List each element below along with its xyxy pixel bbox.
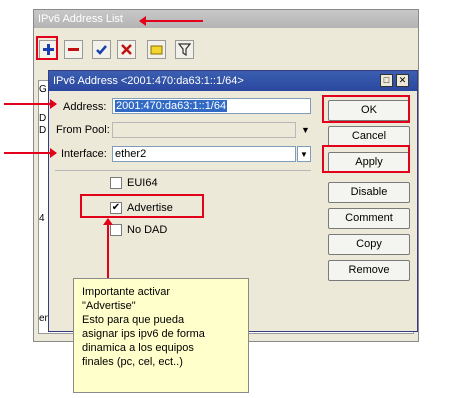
list-fragment: D bbox=[39, 125, 47, 136]
dropdown-icon: ▼ bbox=[300, 150, 308, 159]
comment-icon bbox=[150, 45, 163, 55]
cancel-button[interactable]: Cancel bbox=[328, 126, 410, 147]
filter-icon bbox=[178, 43, 191, 56]
close-button[interactable]: ✕ bbox=[396, 74, 409, 87]
note-line: "Advertise" bbox=[82, 300, 136, 312]
comment-button[interactable] bbox=[147, 40, 166, 59]
remove-button[interactable] bbox=[64, 40, 83, 59]
dialog-title: IPv6 Address <2001:470:da63:1::1/64> bbox=[53, 75, 244, 87]
annotation-box-apply bbox=[322, 145, 410, 173]
note-line: finales (pc, cel, ect..) bbox=[82, 356, 183, 368]
filter-button[interactable] bbox=[175, 40, 194, 59]
list-window-title: IPv6 Address List bbox=[34, 10, 418, 28]
interface-label: Interface: bbox=[61, 148, 107, 160]
address-value: 2001:470:da63:1::1/64 bbox=[115, 100, 228, 112]
close-icon: ✕ bbox=[398, 75, 407, 85]
note-line: Importante activar bbox=[82, 286, 171, 298]
from-pool-field[interactable] bbox=[112, 122, 296, 138]
nodad-label: No DAD bbox=[127, 224, 168, 236]
maximize-icon: □ bbox=[383, 75, 390, 85]
note-line: dinamica a los equipos bbox=[82, 342, 194, 354]
dialog-titlebar[interactable]: IPv6 Address <2001:470:da63:1::1/64> □ ✕ bbox=[49, 71, 417, 91]
arrow-note-advertise bbox=[103, 218, 113, 279]
interface-dropdown-button[interactable]: ▼ bbox=[297, 146, 311, 162]
annotation-box-advertise bbox=[80, 194, 204, 218]
remove-button[interactable]: Remove bbox=[328, 260, 410, 281]
enable-button[interactable] bbox=[92, 40, 111, 59]
disable-button[interactable]: Disable bbox=[328, 182, 410, 203]
explanation-note: Importante activar "Advertise" Esto para… bbox=[73, 278, 249, 393]
eui64-checkbox[interactable] bbox=[110, 177, 122, 189]
note-line: Esto para que pueda bbox=[82, 314, 185, 326]
arrow-title bbox=[139, 16, 203, 26]
remove-icon bbox=[68, 48, 79, 51]
address-field[interactable]: 2001:470:da63:1::1/64 bbox=[112, 98, 311, 114]
check-icon bbox=[96, 45, 107, 55]
maximize-button[interactable]: □ bbox=[380, 74, 393, 87]
address-label: Address: bbox=[63, 101, 107, 113]
eui64-label: EUI64 bbox=[127, 177, 158, 189]
arrow-address bbox=[4, 99, 57, 109]
chevron-down-icon[interactable]: ▼ bbox=[301, 125, 310, 135]
note-line: asignar ips ipv6 de forma bbox=[82, 328, 205, 340]
list-toolbar bbox=[34, 32, 418, 62]
copy-button[interactable]: Copy bbox=[328, 234, 410, 255]
arrow-interface bbox=[4, 148, 57, 158]
list-fragment: 4 bbox=[39, 213, 45, 224]
list-fragment: D bbox=[39, 113, 47, 124]
annotation-box-add bbox=[36, 36, 58, 60]
comment-button[interactable]: Comment bbox=[328, 208, 410, 229]
annotation-box-ok bbox=[322, 95, 410, 123]
nodad-checkbox[interactable] bbox=[110, 224, 122, 236]
interface-value: ether2 bbox=[115, 148, 147, 160]
disable-button[interactable] bbox=[117, 40, 136, 59]
from-pool-label: From Pool: bbox=[56, 124, 110, 136]
cross-icon bbox=[121, 44, 132, 55]
divider bbox=[55, 170, 311, 171]
list-fragment: G bbox=[39, 84, 47, 95]
interface-field[interactable]: ether2 bbox=[112, 146, 296, 162]
